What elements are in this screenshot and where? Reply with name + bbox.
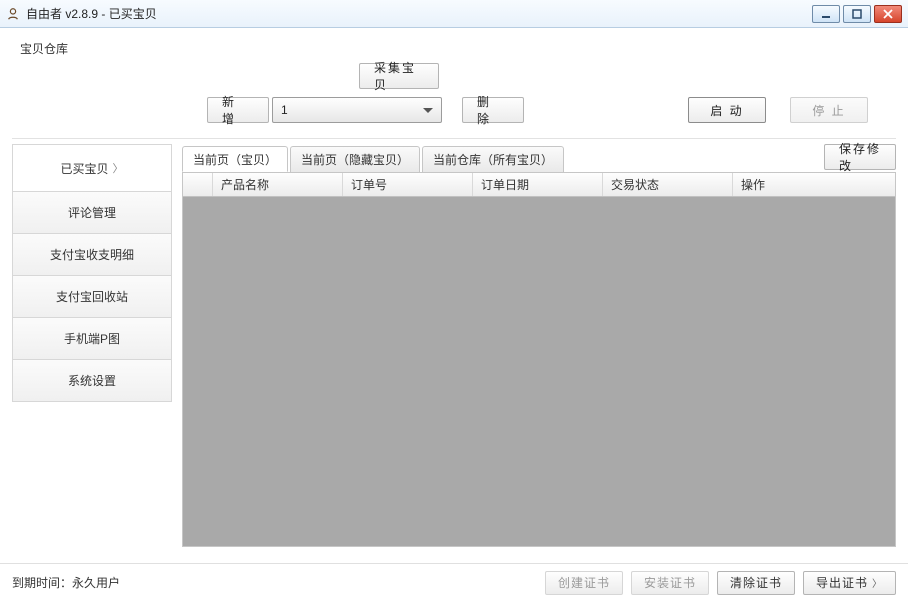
col-order-no[interactable]: 订单号 (343, 173, 473, 196)
sidebar-item-label: 评论管理 (68, 204, 116, 221)
sidebar-item-label: 支付宝收支明细 (50, 246, 134, 263)
dropdown-value: 1 (281, 103, 288, 117)
chevron-right-icon: 〉 (113, 160, 124, 176)
close-button[interactable] (874, 5, 902, 23)
save-button[interactable]: 保存修改 (824, 144, 896, 170)
sidebar-item-alipay-recycle[interactable]: 支付宝回收站 (12, 276, 172, 318)
col-blank (183, 173, 213, 196)
sidebar: 已买宝贝〉 评论管理 支付宝收支明细 支付宝回收站 手机端P图 系统设置 (12, 144, 172, 547)
col-action[interactable]: 操作 (733, 173, 895, 196)
start-button[interactable]: 启 动 (688, 97, 766, 123)
col-product-name[interactable]: 产品名称 (213, 173, 343, 196)
maximize-button[interactable] (843, 5, 871, 23)
collect-button[interactable]: 采集宝贝 (359, 63, 439, 89)
col-order-date[interactable]: 订单日期 (473, 173, 603, 196)
tab-hidden[interactable]: 当前页（隐藏宝贝） (290, 146, 420, 172)
delete-button[interactable]: 删 除 (462, 97, 524, 123)
sidebar-item-mobile-p[interactable]: 手机端P图 (12, 318, 172, 360)
install-cert-button: 安装证书 (631, 571, 709, 595)
titlebar: 自由者 v2.8.9 - 已买宝贝 (0, 0, 908, 28)
data-grid[interactable]: 产品名称 订单号 订单日期 交易状态 操作 (182, 172, 896, 547)
clear-cert-button[interactable]: 清除证书 (717, 571, 795, 595)
warehouse-label: 宝贝仓库 (20, 40, 896, 57)
warehouse-dropdown[interactable]: 1 (272, 97, 442, 123)
divider (12, 138, 896, 139)
sidebar-item-label: 手机端P图 (64, 330, 120, 347)
app-icon (6, 7, 20, 21)
grid-header: 产品名称 订单号 订单日期 交易状态 操作 (183, 173, 895, 197)
col-status[interactable]: 交易状态 (603, 173, 733, 196)
sidebar-item-settings[interactable]: 系统设置 (12, 360, 172, 402)
export-cert-label: 导出证书 (816, 574, 868, 591)
tab-all[interactable]: 当前仓库（所有宝贝） (422, 146, 564, 172)
minimize-button[interactable] (812, 5, 840, 23)
expire-label: 到期时间：永久用户 (12, 574, 537, 591)
sidebar-item-alipay-detail[interactable]: 支付宝收支明细 (12, 234, 172, 276)
sidebar-item-label: 系统设置 (68, 372, 116, 389)
sidebar-item-comments[interactable]: 评论管理 (12, 192, 172, 234)
sidebar-item-label: 支付宝回收站 (56, 288, 128, 305)
main-panel: 当前页（宝贝） 当前页（隐藏宝贝） 当前仓库（所有宝贝） 保存修改 产品名称 订… (182, 144, 896, 547)
new-button[interactable]: 新 增 (207, 97, 269, 123)
tab-current-page[interactable]: 当前页（宝贝） (182, 146, 288, 172)
create-cert-button: 创建证书 (545, 571, 623, 595)
stop-button: 停 止 (790, 97, 868, 123)
sidebar-item-label: 已买宝贝 (60, 160, 108, 177)
toolbar: 采集宝贝 新 增 1 删 除 启 动 停 止 (12, 63, 896, 133)
export-cert-button[interactable]: 导出证书〉 (803, 571, 896, 595)
tabs: 当前页（宝贝） 当前页（隐藏宝贝） 当前仓库（所有宝贝） (182, 144, 896, 172)
statusbar: 到期时间：永久用户 创建证书 安装证书 清除证书 导出证书〉 (0, 563, 908, 601)
window-title: 自由者 v2.8.9 - 已买宝贝 (26, 5, 812, 22)
sidebar-item-purchased[interactable]: 已买宝贝〉 (12, 144, 172, 192)
chevron-right-icon: 〉 (872, 575, 883, 590)
